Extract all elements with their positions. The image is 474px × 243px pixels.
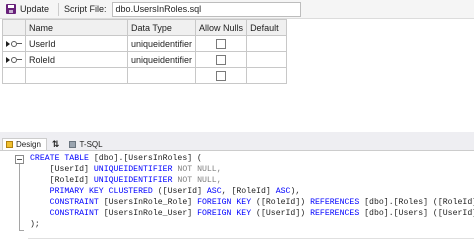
data-type-cell[interactable]: uniqueidentifier [126,35,197,52]
tab-design-label: Design [16,140,41,149]
header-default: Default [246,19,288,36]
tab-design[interactable]: Design [2,138,47,150]
swap-panes-button[interactable]: ⇅ [49,139,65,150]
table-row[interactable]: UserId uniqueidentifier [2,35,288,52]
column-name-cell[interactable] [25,67,128,84]
column-name-cell[interactable]: RoleId [25,51,128,68]
code-line: CREATE TABLE [dbo].[UsersInRoles] ( [30,154,202,163]
grid-header-row: Name Data Type Allow Nulls Default [2,19,288,36]
header-data-type: Data Type [126,19,197,36]
primary-key-icon [6,40,22,47]
table-row[interactable]: RoleId uniqueidentifier [2,51,288,68]
header-allow-nulls: Allow Nulls [195,19,248,36]
allow-nulls-checkbox[interactable] [216,54,227,65]
tab-tsql[interactable]: T-SQL [66,139,107,150]
script-file-label: Script File: [64,4,107,14]
allow-nulls-cell[interactable] [195,35,248,52]
columns-grid: Name Data Type Allow Nulls Default UserI… [2,19,288,84]
sql-script-icon [69,141,77,148]
code-line: CONSTRAINT [UsersInRole_Role] FOREIGN KE… [30,198,474,207]
swap-icon: ⇅ [51,139,60,149]
toolbar-separator [58,2,60,16]
code-line: CONSTRAINT [UsersInRole_User] FOREIGN KE… [30,209,474,218]
allow-nulls-cell[interactable] [195,67,248,84]
collapse-toggle-icon[interactable] [15,155,24,164]
sql-code[interactable]: CREATE TABLE [dbo].[UsersInRoles] ( [Use… [30,153,474,230]
header-name: Name [25,19,128,36]
primary-key-icon [6,56,22,63]
update-button[interactable]: Update [2,1,52,17]
row-selector[interactable] [2,35,26,52]
allow-nulls-checkbox[interactable] [216,70,227,81]
view-tab-bar: Design ⇅ T-SQL [0,138,474,151]
row-selector-header [2,19,26,36]
editor-bottom-rule [28,238,474,239]
fold-guide [19,164,20,230]
designer-toolbar: Update Script File: dbo.UsersInRoles.sql [0,0,474,19]
default-cell[interactable] [246,35,288,52]
save-icon [6,4,16,14]
tsql-editor[interactable]: CREATE TABLE [dbo].[UsersInRoles] ( [Use… [0,151,474,243]
code-line: PRIMARY KEY CLUSTERED ([UserId] ASC, [Ro… [30,187,301,196]
default-cell[interactable] [246,67,288,84]
code-line: [UserId] UNIQUEIDENTIFIER NOT NULL, [30,165,222,174]
script-file-field[interactable]: dbo.UsersInRoles.sql [111,1,301,17]
code-line: [RoleId] UNIQUEIDENTIFIER NOT NULL, [30,176,222,185]
columns-grid-area: Name Data Type Allow Nulls Default UserI… [0,19,474,132]
row-selector[interactable] [2,51,26,68]
default-cell[interactable] [246,51,288,68]
code-line: ); [30,220,40,229]
tab-tsql-label: T-SQL [79,140,103,149]
fold-guide-end [19,230,24,231]
design-icon [6,141,13,148]
allow-nulls-checkbox[interactable] [216,38,227,49]
column-name-cell[interactable]: UserId [25,35,128,52]
update-label: Update [20,4,50,14]
data-type-cell[interactable] [126,67,197,84]
table-row[interactable] [2,67,288,84]
row-selector[interactable] [2,67,26,84]
allow-nulls-cell[interactable] [195,51,248,68]
data-type-cell[interactable]: uniqueidentifier [126,51,197,68]
